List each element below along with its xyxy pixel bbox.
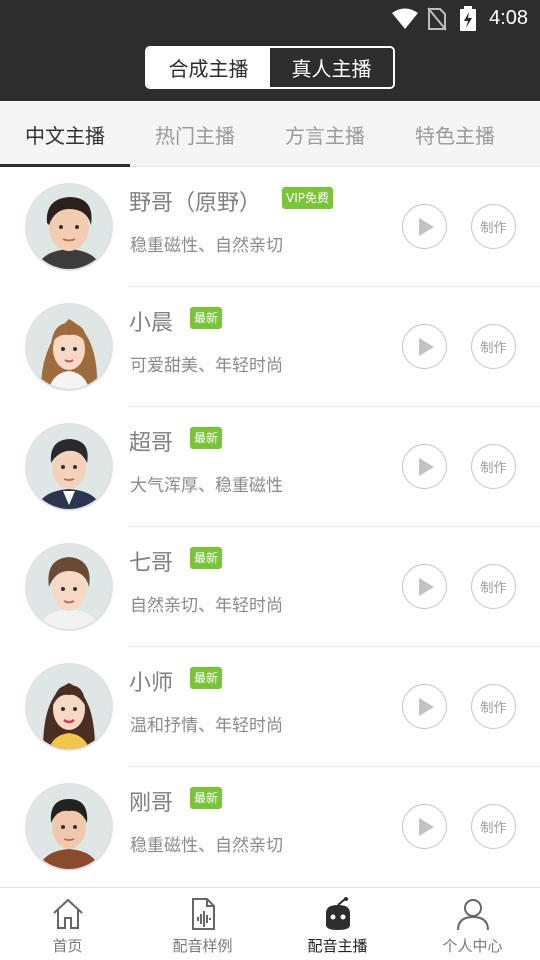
anchor-type-segment: 合成主播 真人主播 <box>145 46 395 89</box>
tab-featured-anchor[interactable]: 特色主播 <box>390 101 520 167</box>
avatar <box>25 543 113 631</box>
make-button[interactable]: 制作 <box>471 684 516 729</box>
anchor-list: 野哥（原野） VIP免费 稳重磁性、自然亲切 制作 小晨 最新 可爱甜美、年轻时… <box>0 167 540 887</box>
play-icon <box>419 577 434 596</box>
robot-icon <box>325 897 350 930</box>
anchor-description: 稳重磁性、自然亲切 <box>130 836 283 856</box>
avatar <box>25 183 113 271</box>
anchor-name: 野哥（原野） <box>129 191 262 216</box>
nav-label: 配音主播 <box>307 937 368 955</box>
anchor-name: 超哥 <box>129 431 174 456</box>
list-item[interactable]: 小晨 最新 可爱甜美、年轻时尚 制作 <box>0 287 540 407</box>
new-badge: 最新 <box>190 547 223 569</box>
anchor-description: 大气浑厚、稳重磁性 <box>130 476 283 496</box>
battery-icon <box>460 6 476 31</box>
tab-popular-anchor[interactable]: 热门主播 <box>130 101 260 167</box>
tab-dialect-anchor[interactable]: 方言主播 <box>260 101 390 167</box>
play-button[interactable] <box>402 444 447 489</box>
play-icon <box>419 817 434 836</box>
avatar <box>25 303 113 391</box>
category-tabs: 中文主播 热门主播 方言主播 特色主播 <box>0 101 540 167</box>
tab-label: 中文主播 <box>25 123 105 148</box>
make-button[interactable]: 制作 <box>471 444 516 489</box>
new-badge: 最新 <box>190 787 223 809</box>
nav-label: 首页 <box>52 937 83 955</box>
anchor-description: 自然亲切、年轻时尚 <box>130 596 283 616</box>
home-icon <box>52 898 83 929</box>
nav-dubbing-anchors[interactable]: 配音主播 <box>270 888 405 960</box>
make-button[interactable]: 制作 <box>471 804 516 849</box>
nav-dubbing-samples[interactable]: 配音样例 <box>135 888 270 960</box>
avatar <box>25 663 113 751</box>
person-icon <box>456 899 489 931</box>
play-icon <box>419 337 434 356</box>
nav-label: 个人中心 <box>442 937 503 955</box>
segment-synthetic-anchor[interactable]: 合成主播 <box>147 48 270 87</box>
make-button[interactable]: 制作 <box>471 564 516 609</box>
clock: 4:08 <box>489 7 528 29</box>
nav-home[interactable]: 首页 <box>0 888 135 960</box>
play-button[interactable] <box>402 684 447 729</box>
list-item[interactable]: 野哥（原野） VIP免费 稳重磁性、自然亲切 制作 <box>0 167 540 287</box>
status-bar: 4:08 <box>0 0 540 38</box>
anchor-description: 稳重磁性、自然亲切 <box>130 236 283 256</box>
new-badge: 最新 <box>190 427 223 449</box>
vip-badge: VIP免费 <box>282 187 333 209</box>
list-item[interactable]: 七哥 最新 自然亲切、年轻时尚 制作 <box>0 527 540 647</box>
bottom-navigation: 首页 配音样例 配音主播 个人中心 <box>0 887 540 960</box>
nav-personal-center[interactable]: 个人中心 <box>405 888 540 960</box>
avatar <box>25 423 113 511</box>
nav-label: 配音样例 <box>172 937 233 955</box>
play-button[interactable] <box>402 204 447 249</box>
anchor-name: 七哥 <box>129 551 174 576</box>
list-item[interactable]: 刚哥 最新 稳重磁性、自然亲切 制作 <box>0 767 540 887</box>
tab-label: 方言主播 <box>285 123 365 148</box>
anchor-name: 小师 <box>129 671 174 696</box>
avatar <box>25 783 113 871</box>
play-icon <box>419 217 434 236</box>
tab-chinese-anchor[interactable]: 中文主播 <box>0 101 130 167</box>
make-button[interactable]: 制作 <box>471 204 516 249</box>
play-icon <box>419 697 434 716</box>
anchor-name: 刚哥 <box>129 791 174 816</box>
make-button[interactable]: 制作 <box>471 324 516 369</box>
new-badge: 最新 <box>190 307 223 329</box>
segment-real-anchor[interactable]: 真人主播 <box>270 48 393 87</box>
play-button[interactable] <box>402 324 447 369</box>
audio-file-icon <box>191 898 215 930</box>
tab-label: 特色主播 <box>415 123 495 148</box>
play-button[interactable] <box>402 804 447 849</box>
anchor-description: 温和抒情、年轻时尚 <box>130 716 283 736</box>
list-item[interactable]: 小师 最新 温和抒情、年轻时尚 制作 <box>0 647 540 767</box>
no-sim-icon <box>427 7 447 31</box>
play-icon <box>419 457 434 476</box>
list-item[interactable]: 超哥 最新 大气浑厚、稳重磁性 制作 <box>0 407 540 527</box>
top-header: 4:08 合成主播 真人主播 <box>0 0 540 101</box>
play-button[interactable] <box>402 564 447 609</box>
new-badge: 最新 <box>190 667 223 689</box>
anchor-description: 可爱甜美、年轻时尚 <box>130 356 283 376</box>
wifi-icon <box>392 8 418 29</box>
tab-label: 热门主播 <box>155 123 235 148</box>
anchor-name: 小晨 <box>129 311 174 336</box>
